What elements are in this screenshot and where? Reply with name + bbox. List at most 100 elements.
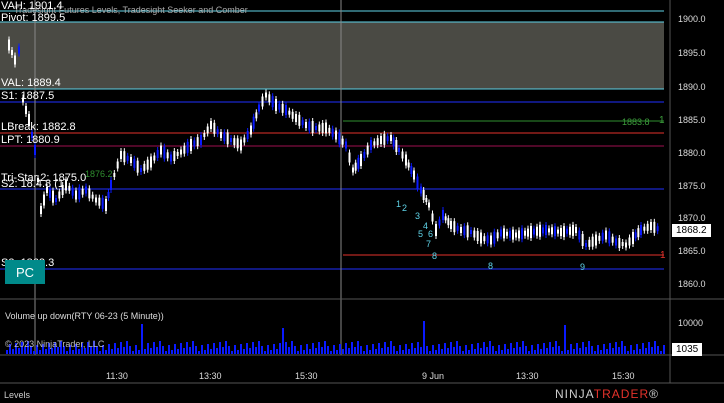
volume-bar (408, 349, 410, 354)
chart-canvas[interactable] (0, 0, 724, 403)
volume-bar (564, 325, 566, 354)
candle (110, 180, 112, 190)
candle (500, 229, 502, 237)
volume-bar (468, 350, 470, 354)
candle (311, 121, 314, 133)
seeker-marker: 1 (659, 115, 665, 126)
candle (305, 122, 307, 128)
volume-bar (576, 343, 578, 354)
candle (530, 226, 532, 238)
copyright: © 2023 NinjaTrader, LLC (5, 339, 105, 349)
volume-bar (303, 350, 305, 354)
volume-bar (639, 349, 641, 354)
volume-bar (45, 349, 47, 354)
volume-bar (579, 348, 581, 354)
candle (88, 188, 91, 199)
volume-bar (549, 342, 551, 354)
candle (113, 173, 116, 177)
candle (521, 228, 523, 240)
volume-bar (147, 343, 149, 354)
count-label: 5 (418, 229, 424, 239)
volume-bar (228, 346, 230, 354)
candle (345, 141, 347, 149)
volume-bar (123, 347, 125, 354)
candle (291, 111, 294, 119)
candle (275, 99, 277, 111)
volume-bar (330, 351, 332, 354)
candle (160, 145, 162, 155)
candle (246, 131, 249, 139)
levels-tab[interactable]: Levels (4, 390, 30, 400)
volume-bar (294, 346, 296, 354)
candle (585, 243, 587, 247)
volume-bar (570, 344, 572, 354)
volume-bar (276, 349, 278, 354)
candle (548, 228, 550, 233)
pc-button[interactable]: PC (5, 260, 45, 284)
candle (476, 231, 479, 241)
volume-bar (480, 348, 482, 354)
candle (572, 224, 574, 236)
candle (392, 137, 395, 147)
volume-bar (285, 342, 287, 354)
volume-bar (531, 345, 533, 354)
volume-bar (441, 349, 443, 354)
volume-bar (510, 343, 512, 354)
count-label: 9 (580, 262, 586, 272)
volume-bar (306, 344, 308, 354)
volume-bar (516, 342, 518, 354)
volume-bar (171, 350, 173, 354)
volume-bar (411, 343, 413, 354)
candle (226, 132, 229, 145)
volume-bar (528, 351, 530, 354)
volume-bar (291, 341, 293, 354)
volume-bar (504, 344, 506, 354)
volume-bar (420, 347, 422, 354)
candle (268, 94, 271, 103)
volume-bar (648, 342, 650, 354)
volume-bar (99, 351, 101, 354)
candle (598, 235, 601, 241)
candle (261, 96, 264, 107)
candle (438, 219, 441, 226)
candle (271, 96, 274, 108)
candle (506, 231, 508, 236)
volume-bar (165, 351, 167, 354)
price-tick: 1880.0 (678, 148, 706, 158)
volume-bar (282, 328, 284, 354)
candle (625, 242, 627, 248)
candle (383, 133, 386, 145)
candle (618, 238, 621, 248)
volume-bar (264, 351, 266, 354)
volume-bar (231, 351, 233, 354)
candle (123, 151, 126, 163)
volume-bar (567, 350, 569, 354)
candle (466, 225, 469, 238)
value-area-box (0, 22, 664, 89)
volume-bar (345, 343, 347, 354)
candle (605, 230, 607, 240)
volume-bar (312, 343, 314, 354)
candle (258, 104, 260, 112)
count-label: 8 (432, 251, 438, 261)
volume-bar (396, 351, 398, 354)
candle (560, 228, 562, 236)
price-tick: 1860.0 (678, 279, 706, 289)
volume-bar (297, 351, 299, 354)
volume-bar (204, 350, 206, 354)
volume-bar (429, 351, 431, 354)
candle (200, 135, 202, 145)
candle (298, 114, 301, 126)
candle (566, 228, 568, 234)
volume-bar (465, 345, 467, 354)
candle (628, 237, 631, 246)
volume-bar (309, 349, 311, 354)
candle (416, 176, 419, 189)
volume-bar (657, 346, 659, 354)
candle (480, 232, 482, 244)
candle (8, 39, 10, 51)
candle (524, 230, 526, 236)
candle (615, 238, 617, 246)
volume-bar (225, 341, 227, 354)
price-tick: 1885.0 (678, 115, 706, 125)
